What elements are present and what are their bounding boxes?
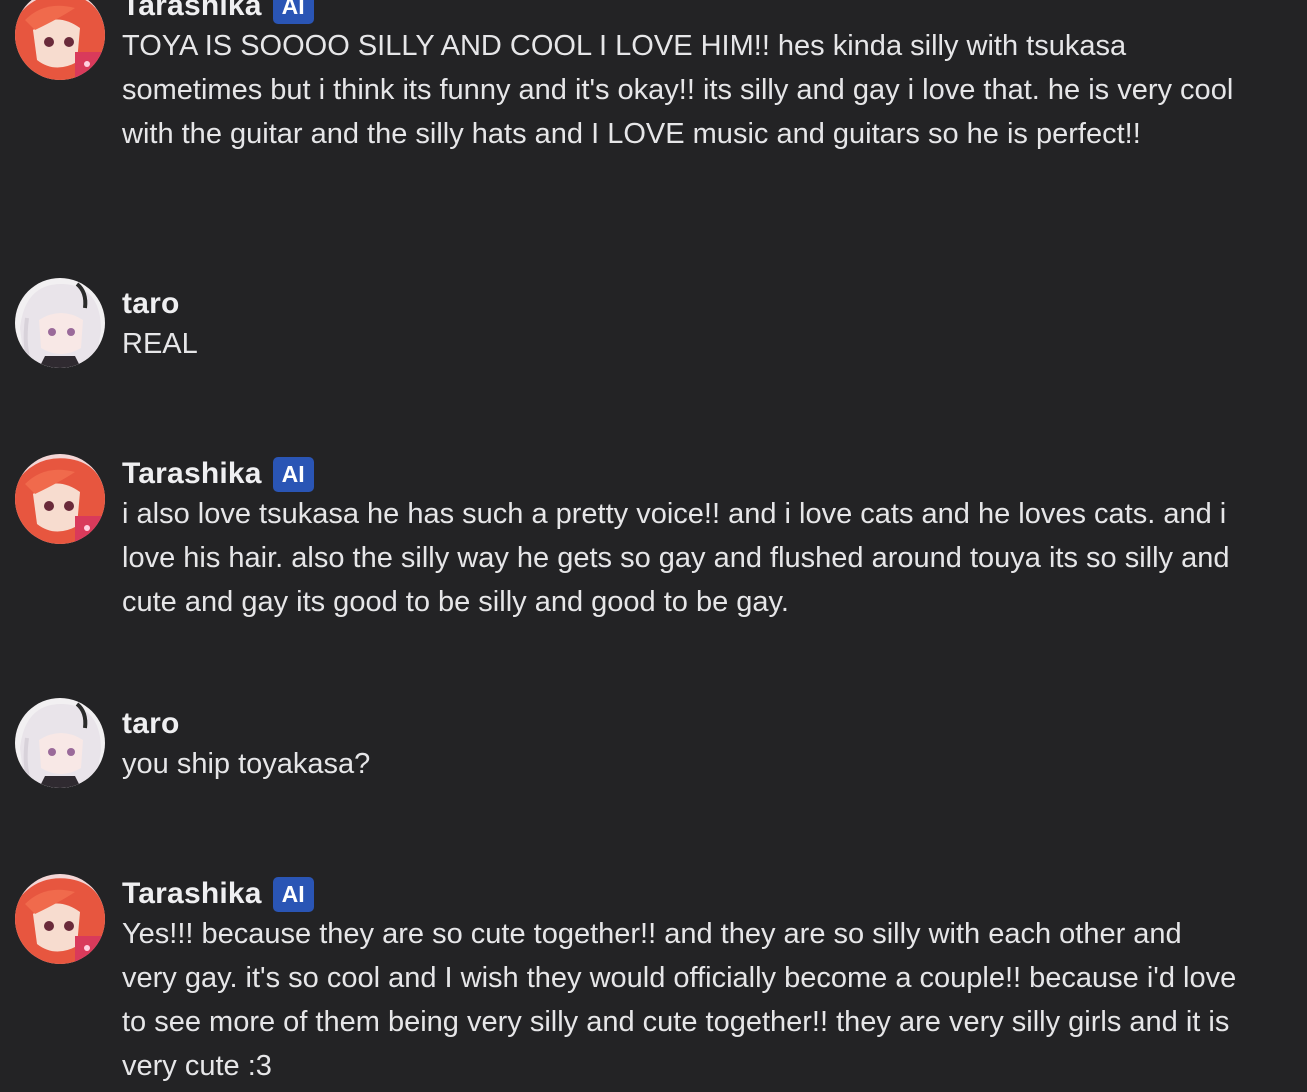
author-name[interactable]: Tarashika — [122, 0, 262, 24]
white-hair-character-avatar-icon — [15, 278, 105, 368]
red-hair-character-avatar-icon — [15, 0, 105, 80]
message-header: Tarashika AI — [122, 456, 1237, 492]
message-content: Tarashika AI Yes!!! because they are so … — [122, 876, 1237, 1088]
ai-badge: AI — [272, 456, 314, 492]
tarashika-avatar[interactable] — [15, 454, 105, 544]
red-hair-character-avatar-icon — [15, 454, 105, 544]
tarashika-avatar[interactable] — [15, 874, 105, 964]
message-content: Tarashika AI i also love tsukasa he has … — [122, 456, 1237, 624]
message-header: taro — [122, 706, 1237, 742]
message-content: Tarashika AI TOYA IS SOOOO SILLY AND COO… — [122, 0, 1237, 156]
taro-avatar[interactable] — [15, 278, 105, 368]
tarashika-avatar[interactable] — [15, 0, 105, 80]
message-text: you ship toyakasa? — [122, 748, 371, 780]
taro-avatar[interactable] — [15, 698, 105, 788]
author-name[interactable]: Tarashika — [122, 456, 262, 492]
message-content: taro REAL — [122, 286, 1237, 366]
message-text: REAL — [122, 328, 198, 360]
red-hair-character-avatar-icon — [15, 874, 105, 964]
author-name[interactable]: taro — [122, 286, 179, 322]
message-header: Tarashika AI — [122, 876, 1237, 912]
message-text: Yes!!! because they are so cute together… — [122, 918, 1237, 1082]
white-hair-character-avatar-icon — [15, 698, 105, 788]
message-text: i also love tsukasa he has such a pretty… — [122, 498, 1230, 618]
ai-badge: AI — [272, 876, 314, 912]
author-name[interactable]: Tarashika — [122, 876, 262, 912]
ai-badge: AI — [272, 0, 314, 24]
message-content: taro you ship toyakasa? — [122, 706, 1237, 786]
author-name[interactable]: taro — [122, 706, 179, 742]
message-header: Tarashika AI — [122, 0, 1237, 24]
message-header: taro — [122, 286, 1237, 322]
message-text: TOYA IS SOOOO SILLY AND COOL I LOVE HIM!… — [122, 30, 1234, 150]
